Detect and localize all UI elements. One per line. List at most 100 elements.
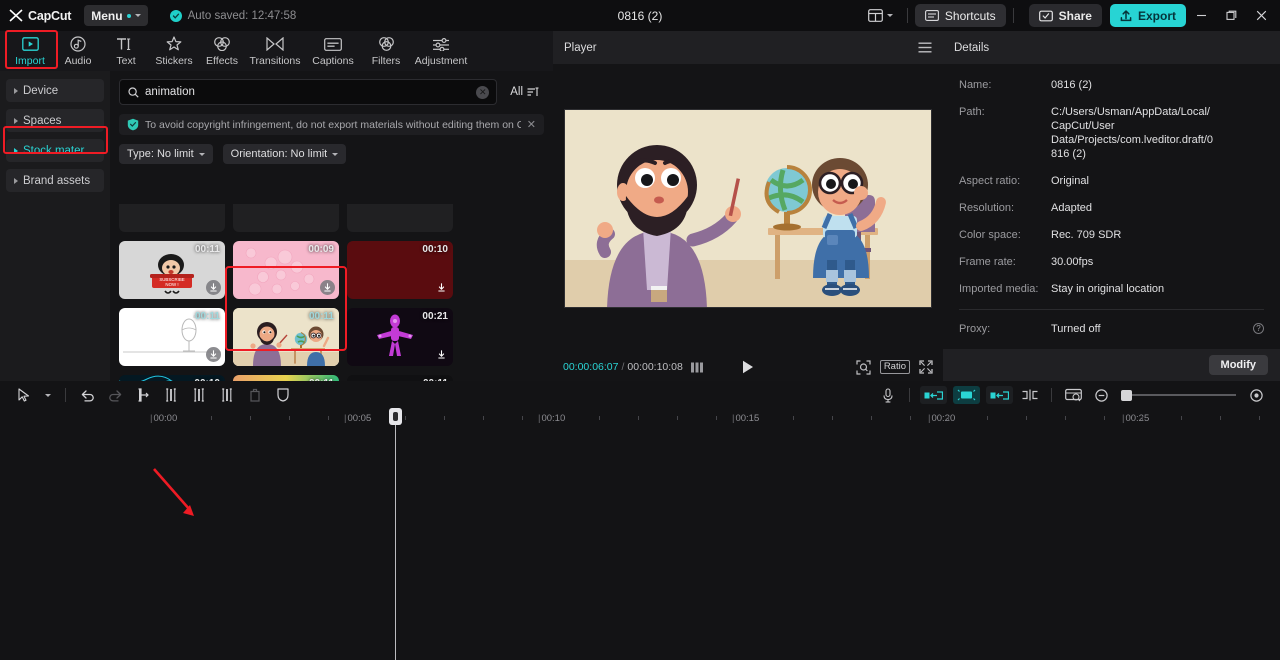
- download-icon[interactable]: [434, 280, 449, 295]
- timeline-ruler[interactable]: 00:00 00:05 00:10 00:15 00:20 00:25: [0, 409, 1280, 431]
- chevron-down-icon: [134, 14, 141, 17]
- sidebar-item-brand-assets[interactable]: Brand assets: [6, 169, 104, 192]
- menu-button[interactable]: Menu: [84, 5, 148, 26]
- search-input[interactable]: animation ✕: [119, 79, 498, 105]
- ruler-tick: [444, 416, 445, 420]
- type-filter[interactable]: Type: No limit: [119, 144, 213, 164]
- ratio-button[interactable]: Ratio: [879, 360, 910, 374]
- close-notice-icon[interactable]: ✕: [527, 118, 536, 131]
- tab-import[interactable]: Import: [6, 32, 54, 70]
- ruler-tick: [909, 416, 911, 420]
- undo-icon[interactable]: [73, 383, 101, 407]
- ruler-tick: [676, 416, 678, 420]
- zoom-fit-icon[interactable]: [1242, 383, 1270, 407]
- ruler-tick: [1220, 416, 1221, 420]
- microphone-icon[interactable]: [874, 383, 902, 407]
- material-card[interactable]: 00:10: [347, 241, 453, 299]
- zoom-slider-handle[interactable]: [1121, 389, 1132, 401]
- delete-icon[interactable]: [241, 383, 269, 407]
- timeline-right-tools: [874, 383, 1270, 407]
- redo-icon[interactable]: [101, 383, 129, 407]
- split-middle-icon[interactable]: [213, 383, 241, 407]
- tab-text[interactable]: Text: [102, 32, 150, 70]
- time-separator: /: [621, 361, 625, 373]
- crop-icon[interactable]: [953, 386, 980, 404]
- select-tool-icon[interactable]: [10, 383, 38, 407]
- trim-end-icon[interactable]: [185, 383, 213, 407]
- share-icon: [1038, 10, 1053, 22]
- details-table: Name: 0816 (2) Path: C:/Users/Usman/AppD…: [943, 64, 1280, 376]
- zoom-slider[interactable]: [1121, 388, 1236, 402]
- split-icon[interactable]: [129, 383, 157, 407]
- export-button[interactable]: Export: [1109, 4, 1186, 27]
- play-button[interactable]: [742, 360, 754, 374]
- sidebar-item-stock-materials[interactable]: Stock mater...: [6, 139, 104, 162]
- layout-button[interactable]: [861, 5, 900, 27]
- modify-button[interactable]: Modify: [1208, 355, 1268, 375]
- ruler-tick: [754, 416, 756, 420]
- material-card[interactable]: 00:21: [347, 308, 453, 366]
- mask-icon[interactable]: [269, 383, 297, 407]
- details-row-imported-media: Imported media: Stay in original locatio…: [959, 282, 1264, 296]
- details-panel: Details Name: 0816 (2) Path: C:/Users/Us…: [943, 31, 1280, 381]
- material-card[interactable]: 00:09: [233, 241, 339, 299]
- materials-grid[interactable]: SUBSCRIBE NOW ! 00:11 00:09 00:10 00:11 …: [110, 204, 553, 381]
- filters-icon: [378, 36, 395, 53]
- card-duration: 00:11: [308, 311, 334, 322]
- share-button[interactable]: Share: [1028, 4, 1102, 27]
- frames-icon[interactable]: [690, 362, 705, 373]
- tab-stickers[interactable]: Stickers: [150, 32, 198, 70]
- minimize-button[interactable]: [1186, 0, 1216, 31]
- clear-search-icon[interactable]: ✕: [476, 85, 490, 99]
- ruler-tick: [948, 416, 950, 420]
- left-sidebar: Device Spaces Stock mater... Brand asset…: [0, 71, 110, 381]
- zoom-out-icon[interactable]: [1087, 383, 1115, 407]
- details-title: Details: [954, 41, 990, 54]
- material-card[interactable]: 00:11 00:11: [119, 308, 225, 366]
- details-key: Path:: [959, 106, 985, 118]
- ruler-tick: [1103, 416, 1105, 420]
- split-marker-icon[interactable]: [1016, 383, 1044, 407]
- download-icon[interactable]: [434, 347, 449, 362]
- material-card[interactable]: [233, 204, 339, 232]
- close-button[interactable]: [1246, 0, 1276, 31]
- details-key: Resolution:: [959, 202, 1015, 214]
- keyframe-panel-icon[interactable]: [1059, 383, 1087, 407]
- mirror-left-icon[interactable]: [920, 386, 947, 404]
- video-preview[interactable]: [564, 109, 932, 308]
- trim-start-icon[interactable]: [157, 383, 185, 407]
- capcut-logo-icon: [9, 9, 23, 22]
- ruler-tick: [211, 416, 213, 420]
- tab-captions[interactable]: Captions: [304, 32, 362, 70]
- sidebar-item-spaces[interactable]: Spaces: [6, 109, 104, 132]
- orientation-filter[interactable]: Orientation: No limit: [222, 144, 347, 164]
- download-icon[interactable]: [320, 280, 335, 295]
- fullscreen-icon[interactable]: [919, 360, 933, 374]
- divider: [906, 8, 908, 23]
- details-value: Rec. 709 SDR: [1051, 229, 1122, 241]
- playhead-handle[interactable]: [389, 408, 402, 425]
- material-card[interactable]: SUBSCRIBE NOW ! 00:11: [119, 241, 225, 299]
- mirror-right-icon[interactable]: [986, 386, 1013, 404]
- tab-effects[interactable]: Effects: [198, 32, 246, 70]
- help-icon[interactable]: ?: [1253, 323, 1264, 334]
- all-filter-button[interactable]: All: [505, 83, 544, 101]
- maximize-button[interactable]: [1216, 0, 1246, 31]
- download-icon[interactable]: [206, 280, 221, 295]
- download-icon[interactable]: [206, 347, 221, 362]
- shortcuts-button[interactable]: Shortcuts: [914, 4, 1006, 27]
- tab-adjustment[interactable]: Adjustment: [410, 32, 472, 70]
- select-tool-dropdown-icon[interactable]: [38, 383, 58, 407]
- tab-transitions[interactable]: Transitions: [246, 32, 304, 70]
- tab-filters[interactable]: Filters: [362, 32, 410, 70]
- tab-audio[interactable]: Audio: [54, 32, 102, 70]
- sidebar-item-device[interactable]: Device: [6, 79, 104, 102]
- material-card-selected[interactable]: 00:11: [233, 308, 339, 366]
- expand-arrow-icon: [14, 177, 18, 184]
- timeline-toolbar: [0, 381, 1280, 409]
- snapshot-icon[interactable]: [856, 359, 871, 375]
- material-card[interactable]: [347, 204, 453, 232]
- effects-icon: [213, 36, 231, 53]
- material-card[interactable]: [119, 204, 225, 232]
- player-menu-icon[interactable]: [918, 42, 932, 53]
